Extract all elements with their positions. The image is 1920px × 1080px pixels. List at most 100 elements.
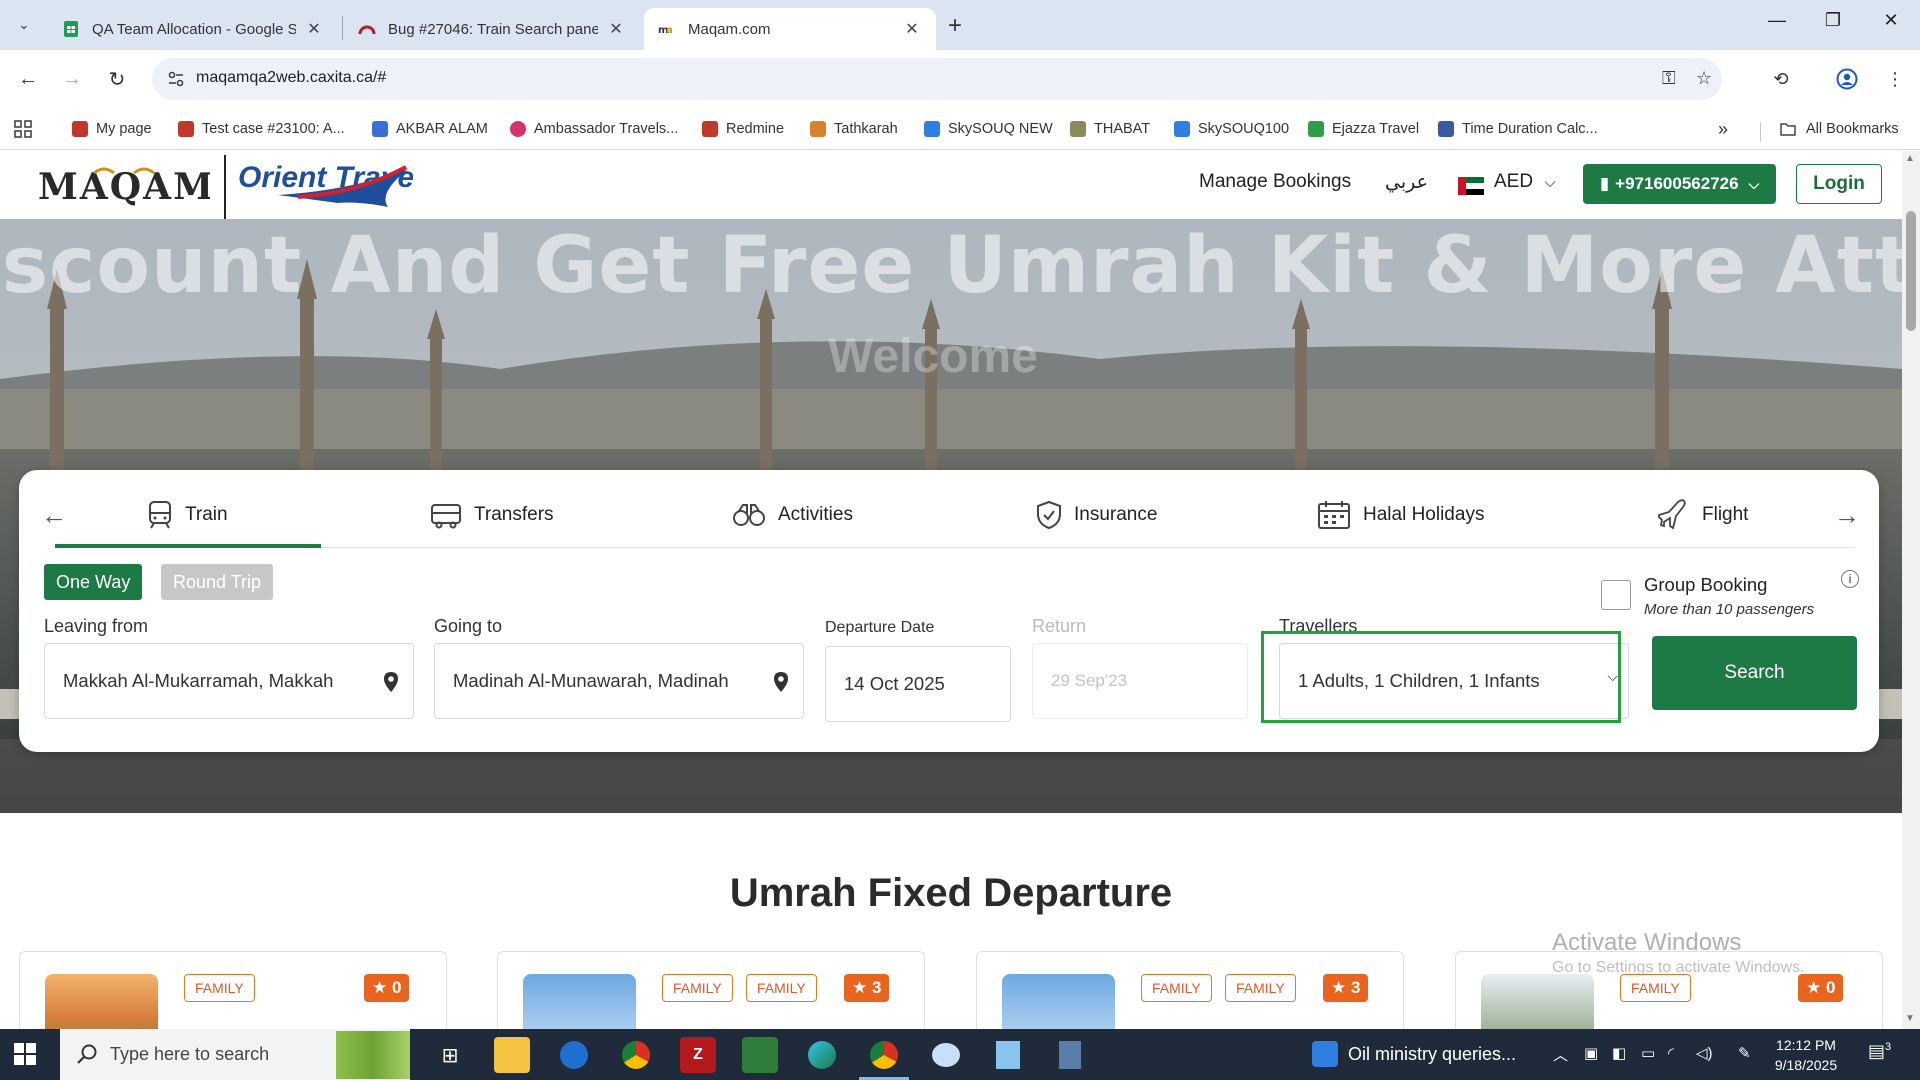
- chrome-icon[interactable]: [866, 1037, 902, 1073]
- one-way-button[interactable]: One Way: [44, 564, 143, 600]
- bookmark-item[interactable]: AKBAR ALAM: [372, 116, 488, 142]
- bookmark-item[interactable]: My page: [72, 116, 152, 142]
- browser-tab-qa-allocation[interactable]: QA Team Allocation - Google Sl ✕: [48, 8, 338, 50]
- system-clock[interactable]: 12:12 PM 9/18/2025: [1756, 1035, 1856, 1075]
- page-scrollbar[interactable]: ▲ ▼: [1902, 151, 1920, 1029]
- close-icon[interactable]: ✕: [902, 19, 922, 39]
- package-card[interactable]: FAMILY FAMILY ★ 3: [976, 951, 1404, 1029]
- file-explorer-icon[interactable]: [494, 1037, 530, 1073]
- bookmark-item[interactable]: Time Duration Calc...: [1438, 116, 1598, 142]
- bookmark-star-icon[interactable]: ☆: [1696, 68, 1712, 89]
- pen-icon[interactable]: ✎: [1738, 1044, 1751, 1062]
- search-button[interactable]: Search: [1652, 636, 1857, 710]
- apps-grid-icon[interactable]: [14, 116, 32, 142]
- minimize-icon[interactable]: —: [1762, 10, 1792, 31]
- tab-insurance[interactable]: Insurance: [1036, 498, 1157, 532]
- rating-badge: ★ 3: [844, 974, 890, 1002]
- notification-center-icon[interactable]: ▤3: [1868, 1041, 1891, 1062]
- tab-transfers[interactable]: Transfers: [430, 498, 554, 532]
- bookmark-label: Ambassador Travels...: [534, 121, 679, 137]
- tabs-next-arrow-icon[interactable]: →: [1834, 500, 1860, 531]
- scroll-thumb[interactable]: [1906, 211, 1916, 331]
- promo-marquee: iscount And Get Free Umrah Kit & More At…: [0, 221, 1902, 311]
- news-widget-icon[interactable]: [1312, 1041, 1338, 1067]
- going-to-label: Going to: [434, 616, 503, 636]
- outlook-icon[interactable]: [556, 1037, 592, 1073]
- login-button[interactable]: Login: [1796, 164, 1882, 204]
- task-view-icon[interactable]: ⊞: [432, 1037, 468, 1073]
- departure-date-field[interactable]: 14 Oct 2025: [825, 646, 1011, 722]
- language-switch[interactable]: عربي: [1385, 171, 1428, 194]
- bookmark-item[interactable]: SkySOUQ NEW: [924, 116, 1053, 142]
- phone-contact-button[interactable]: ▮ +971600562726 ⌵: [1583, 164, 1776, 204]
- family-badge: FAMILY: [1620, 974, 1691, 1002]
- password-key-icon[interactable]: ⚿: [1662, 68, 1676, 89]
- package-card[interactable]: FAMILY ★ 0: [19, 951, 447, 1029]
- tab-flight[interactable]: Flight: [1656, 498, 1748, 532]
- group-booking-checkbox[interactable]: [1601, 580, 1631, 610]
- tray-chevron-icon[interactable]: ︿: [1553, 1044, 1568, 1065]
- going-to-field[interactable]: Madinah Al-Munawarah, Madinah: [434, 643, 804, 719]
- orient-travel-logo[interactable]: Orient Travel: [238, 155, 413, 219]
- menu-kebab-icon[interactable]: ⋮: [1880, 64, 1910, 94]
- profile-icon[interactable]: [1832, 64, 1862, 94]
- site-settings-icon[interactable]: [166, 69, 186, 89]
- scroll-down-icon[interactable]: ▼: [1905, 1013, 1915, 1024]
- tab-halal-holidays[interactable]: Halal Holidays: [1317, 498, 1484, 532]
- browser-tab-maqam[interactable]: ma Maqam.com ✕: [644, 8, 936, 50]
- tabs-prev-arrow-icon[interactable]: ←: [41, 500, 67, 531]
- bookmark-item[interactable]: Ejazza Travel: [1308, 116, 1419, 142]
- bookmarks-divider: [1760, 122, 1761, 142]
- bookmark-item[interactable]: Ambassador Travels...: [510, 116, 678, 142]
- new-tab-icon[interactable]: +: [948, 12, 962, 40]
- restore-icon[interactable]: ❐: [1818, 10, 1848, 31]
- welcome-heading: Welcome: [828, 330, 1038, 383]
- windows-start-icon[interactable]: [14, 1043, 36, 1065]
- browser-tab-bug[interactable]: Bug #27046: Train Search panel ✕: [344, 8, 640, 50]
- tab-activities[interactable]: Activities: [732, 498, 853, 532]
- forward-icon[interactable]: →: [56, 63, 88, 95]
- close-icon[interactable]: ✕: [304, 19, 324, 39]
- info-icon[interactable]: i: [1841, 570, 1859, 588]
- return-date-field[interactable]: 29 Sep'23: [1032, 643, 1248, 719]
- package-card[interactable]: FAMILY FAMILY ★ 3: [497, 951, 925, 1029]
- filezilla-icon[interactable]: Z: [680, 1037, 716, 1073]
- bookmark-item[interactable]: SkySOUQ100: [1174, 116, 1289, 142]
- paint-icon[interactable]: [928, 1037, 964, 1073]
- maqam-logo[interactable]: MAQAM: [38, 165, 210, 209]
- taskbar-search-box[interactable]: Type here to search: [60, 1029, 410, 1080]
- tab-train[interactable]: Train: [147, 498, 228, 532]
- leaving-from-field[interactable]: Makkah Al-Mukarramah, Makkah: [44, 643, 414, 719]
- calculator-icon[interactable]: [1052, 1037, 1088, 1073]
- all-bookmarks-folder[interactable]: All Bookmarks: [1778, 116, 1899, 142]
- scroll-up-icon[interactable]: ▲: [1905, 153, 1915, 164]
- tab-search-menu[interactable]: ⌄: [10, 11, 38, 39]
- window-close-icon[interactable]: ✕: [1876, 10, 1906, 31]
- bookmark-item[interactable]: Tathkarah: [810, 116, 898, 142]
- bookmark-item[interactable]: Test case #23100: A...: [178, 116, 345, 142]
- more-bookmarks-icon[interactable]: »: [1718, 116, 1728, 142]
- chrome-profile-icon[interactable]: [618, 1037, 654, 1073]
- currency-selector[interactable]: AED ⌵: [1494, 171, 1556, 193]
- bookmark-item[interactable]: THABAT: [1070, 116, 1150, 142]
- wifi-icon[interactable]: ◜: [1668, 1044, 1674, 1062]
- volume-icon[interactable]: ◁): [1696, 1044, 1713, 1062]
- edge-icon[interactable]: [804, 1037, 840, 1073]
- history-icon[interactable]: ⟲: [1766, 64, 1796, 94]
- security-icon[interactable]: ◧: [1612, 1044, 1626, 1062]
- manage-bookings-link[interactable]: Manage Bookings: [1199, 171, 1351, 193]
- battery-icon[interactable]: ▭: [1641, 1044, 1655, 1062]
- bookmark-item[interactable]: Redmine: [702, 116, 784, 142]
- return-date-value: 29 Sep'23: [1051, 671, 1128, 690]
- rating-value: 3: [871, 978, 882, 997]
- notepad-app-icon[interactable]: [990, 1037, 1026, 1073]
- reload-icon[interactable]: ↻: [101, 63, 133, 95]
- round-trip-button[interactable]: Round Trip: [161, 564, 274, 600]
- close-icon[interactable]: ✕: [606, 19, 626, 39]
- back-icon[interactable]: ←: [12, 63, 44, 95]
- meet-icon[interactable]: ▣: [1584, 1044, 1598, 1062]
- clock-time: 12:12 PM: [1776, 1037, 1836, 1053]
- notepad-icon[interactable]: [742, 1037, 778, 1073]
- address-bar[interactable]: maqamqa2web.caxita.ca/# ⚿ ☆: [152, 58, 1722, 100]
- news-headline[interactable]: Oil ministry queries...: [1348, 1044, 1516, 1065]
